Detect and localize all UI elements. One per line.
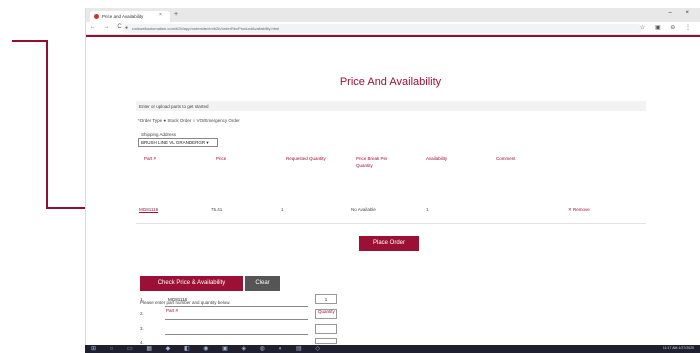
entry-row-number: 3. [140, 326, 144, 331]
header-price-break: Price Break Per Quantity [356, 156, 388, 168]
screenshot-root: Price and Availability × + – × ← → C ⌂ ●… [0, 0, 700, 353]
remove-button[interactable]: ✕ Remove [568, 207, 590, 213]
order-type-radio-group[interactable]: *Order Type ● Stock Order ○ VO/Emergency… [138, 118, 240, 123]
page-content: Price And Availability Enter or upload p… [86, 37, 700, 345]
new-tab-icon[interactable]: + [174, 11, 178, 18]
window-controls[interactable]: – × [668, 10, 695, 16]
header-part: Part # [144, 156, 157, 161]
favicon-icon [94, 14, 99, 19]
header-availability: Availability [426, 156, 448, 161]
header-comment: Comment [496, 156, 516, 161]
browser-window: Price and Availability × + – × ← → C ⌂ ●… [85, 8, 700, 353]
entry-part-input[interactable] [165, 334, 308, 335]
browser-tab[interactable]: Price and Availability × [90, 11, 170, 22]
close-tab-icon[interactable]: × [159, 12, 162, 18]
taskbar-clock: 11:17 AM 1/27/2020 [662, 346, 694, 350]
tab-strip: Price and Availability × + – × [86, 8, 700, 22]
url-text: rockwellautomation.com/b2b/app/ordersite… [132, 26, 280, 31]
entry-part-input[interactable] [165, 306, 308, 307]
toolbar-right-icons[interactable]: ☆ ▣ ⊖ ⋮ [640, 24, 695, 31]
section-header: Enter or upload parts to get started [136, 101, 646, 111]
browser-toolbar: ← → C ⌂ ● rockwellautomation.com/b2b/app… [86, 22, 700, 35]
result-price: 75.41 [211, 207, 223, 212]
place-order-button[interactable]: Place Order [359, 236, 419, 251]
entry-part-value: MG81116 [168, 297, 188, 302]
shipping-address-select[interactable]: BRUSH LINE VL GRANDERGR ▾ [138, 138, 218, 147]
table-divider [136, 223, 646, 224]
result-price-break: No Available [351, 207, 376, 212]
shipping-address-label: Shipping Address [141, 132, 177, 137]
annotation-line [12, 40, 47, 42]
windows-taskbar: ⊞ ○ ▭ ▦ ◆ ◧ ◉ ▣ ◈ ◍ ◐ ▤ ◇ 11:17 AM 1/27/… [85, 345, 700, 353]
entry-quantity-input[interactable] [315, 309, 337, 319]
entry-part-input[interactable] [165, 319, 308, 320]
entry-quantity-input[interactable] [315, 338, 337, 344]
lock-icon: ● [125, 25, 129, 31]
result-requested: 1 [281, 207, 284, 212]
address-bar[interactable]: ● rockwellautomation.com/b2b/app/ordersi… [122, 24, 642, 33]
page-title: Price And Availability [339, 76, 442, 88]
annotation-line [46, 40, 48, 209]
taskbar-icons[interactable]: ⊞ ○ ▭ ▦ ◆ ◧ ◉ ▣ ◈ ◍ ◐ ▤ ◇ [91, 345, 326, 352]
entry-part-header: Part # [166, 308, 179, 313]
result-part-link[interactable]: MG81116 [139, 207, 158, 212]
entry-quantity-input[interactable] [315, 324, 337, 334]
check-price-availability-button[interactable]: Check Price & Availability [140, 276, 243, 291]
header-requested-quantity: Requested Quantity [286, 156, 326, 161]
clear-button[interactable]: Clear [245, 276, 280, 291]
entry-row-number: 2. [140, 311, 144, 316]
entry-row-number: 1. [140, 297, 144, 302]
header-price: Price [216, 156, 227, 161]
entry-quantity-input[interactable]: 1 [315, 294, 337, 304]
tab-title: Price and Availability [102, 14, 144, 19]
result-availability: 1 [426, 207, 429, 212]
